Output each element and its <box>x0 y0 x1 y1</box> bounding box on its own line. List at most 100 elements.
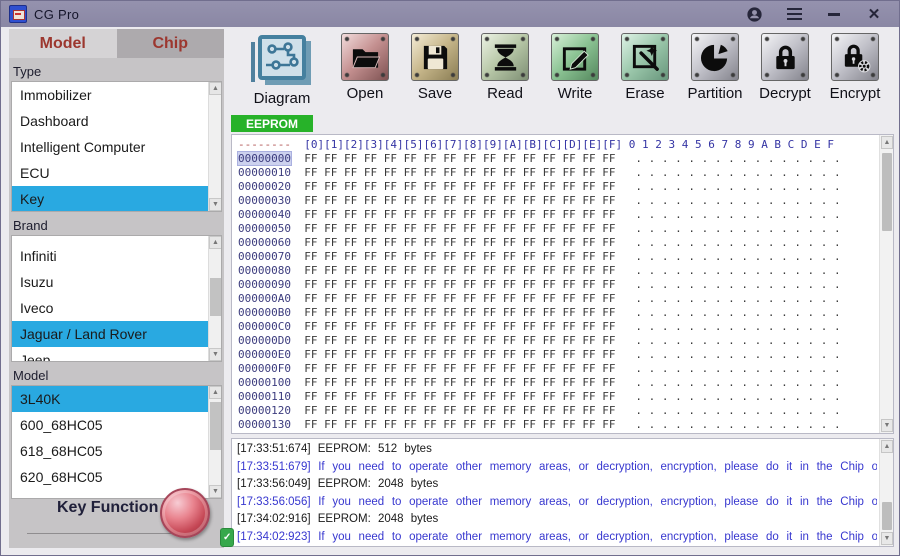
window-title: CG Pro <box>34 7 79 22</box>
type-list-scrollbar[interactable]: ▲ ▼ <box>208 82 221 211</box>
floppy-icon <box>411 33 459 81</box>
brand-item-infiniti[interactable]: Infiniti <box>12 243 208 269</box>
scroll-thumb[interactable] <box>210 402 221 450</box>
hex-row-00000060[interactable]: 00000060 FF FF FF FF FF FF FF FF FF FF F… <box>238 236 878 250</box>
key-function-label: Key Function <box>57 499 158 531</box>
hex-editor[interactable]: -------- [0][1][2][3][4][5][6][7][8][9][… <box>231 134 894 434</box>
encrypt-button[interactable]: Encrypt <box>820 33 890 113</box>
hex-row-00000000[interactable]: 00000000 FF FF FF FF FF FF FF FF FF FF F… <box>238 152 878 166</box>
brand-list[interactable]: InfinitiIsuzuIvecoJaguar / Land RoverJee… <box>11 235 222 362</box>
tab-chip[interactable]: Chip <box>117 29 225 58</box>
close-button[interactable]: ✕ <box>863 4 885 24</box>
tool-label: Save <box>418 85 452 102</box>
hex-row-000000C0[interactable]: 000000C0 FF FF FF FF FF FF FF FF FF FF F… <box>238 320 878 334</box>
titlebar[interactable]: CG Pro ✕ <box>1 1 899 27</box>
tab-model[interactable]: Model <box>9 29 117 58</box>
scroll-up-icon[interactable]: ▲ <box>209 236 222 249</box>
scroll-up-icon[interactable]: ▲ <box>209 82 222 95</box>
pie-icon <box>691 33 739 81</box>
tool-label: Encrypt <box>830 85 881 102</box>
hex-row-00000090[interactable]: 00000090 FF FF FF FF FF FF FF FF FF FF F… <box>238 278 878 292</box>
lock-gear-icon <box>831 33 879 81</box>
wand-icon <box>621 33 669 81</box>
user-icon[interactable] <box>743 4 765 24</box>
hex-row-00000100[interactable]: 00000100 FF FF FF FF FF FF FF FF FF FF F… <box>238 376 878 390</box>
scroll-thumb[interactable] <box>210 278 221 316</box>
log-line: [17:33:51:679] If you need to operate ot… <box>237 459 877 477</box>
diagram-button[interactable]: Diagram <box>234 33 330 113</box>
brand-label: Brand <box>13 218 224 233</box>
tool-label: Erase <box>625 85 664 102</box>
hex-row-000000D0[interactable]: 000000D0 FF FF FF FF FF FF FF FF FF FF F… <box>238 334 878 348</box>
hex-row-00000040[interactable]: 00000040 FF FF FF FF FF FF FF FF FF FF F… <box>238 208 878 222</box>
open-button[interactable]: Open <box>330 33 400 113</box>
hex-row-000000F0[interactable]: 000000F0 FF FF FF FF FF FF FF FF FF FF F… <box>238 362 878 376</box>
model-list[interactable]: 3L40K600_68HC05618_68HC05620_68HC0575_68… <box>11 385 222 499</box>
hex-row-000000A0[interactable]: 000000A0 FF FF FF FF FF FF FF FF FF FF F… <box>238 292 878 306</box>
menu-icon[interactable] <box>783 4 805 24</box>
scroll-thumb[interactable] <box>882 502 892 530</box>
log-scrollbar[interactable]: ▲ ▼ <box>879 439 893 546</box>
app-logo-icon <box>9 5 27 23</box>
brand-item-jeep[interactable]: Jeep <box>12 347 208 362</box>
model-label: Model <box>13 368 224 383</box>
hex-row-00000020[interactable]: 00000020 FF FF FF FF FF FF FF FF FF FF F… <box>238 180 878 194</box>
scroll-up-icon[interactable]: ▲ <box>881 136 893 149</box>
hex-row-00000120[interactable]: 00000120 FF FF FF FF FF FF FF FF FF FF F… <box>238 404 878 418</box>
scroll-up-icon[interactable]: ▲ <box>209 386 222 399</box>
type-item-immobilizer[interactable]: Immobilizer <box>12 82 208 108</box>
tool-label: Open <box>347 85 384 102</box>
hex-row-00000050[interactable]: 00000050 FF FF FF FF FF FF FF FF FF FF F… <box>238 222 878 236</box>
tool-label: Decrypt <box>759 85 811 102</box>
brand-item-jaguar-land-rover[interactable]: Jaguar / Land Rover <box>12 321 208 347</box>
hex-row-00000030[interactable]: 00000030 FF FF FF FF FF FF FF FF FF FF F… <box>238 194 878 208</box>
model-item-618-68hc05[interactable]: 618_68HC05 <box>12 438 208 464</box>
type-item-key[interactable]: Key <box>12 186 208 212</box>
type-list[interactable]: ImmobilizerDashboardIntelligent Computer… <box>11 81 222 212</box>
save-button[interactable]: Save <box>400 33 470 113</box>
partition-button[interactable]: Partition <box>680 33 750 113</box>
decrypt-button[interactable]: Decrypt <box>750 33 820 113</box>
lock-icon <box>761 33 809 81</box>
brand-item-isuzu[interactable]: Isuzu <box>12 269 208 295</box>
scroll-down-icon[interactable]: ▼ <box>881 419 893 432</box>
scroll-down-icon[interactable]: ▼ <box>209 198 222 211</box>
erase-button[interactable]: Erase <box>610 33 680 113</box>
brand-list-scrollbar[interactable]: ▲ ▼ <box>208 236 221 361</box>
model-item-600-68hc05[interactable]: 600_68HC05 <box>12 412 208 438</box>
tool-label: Diagram <box>254 90 311 107</box>
hex-row-00000070[interactable]: 00000070 FF FF FF FF FF FF FF FF FF FF F… <box>238 250 878 264</box>
read-button[interactable]: Read <box>470 33 540 113</box>
pencil-icon <box>551 33 599 81</box>
hex-row-000000E0[interactable]: 000000E0 FF FF FF FF FF FF FF FF FF FF F… <box>238 348 878 362</box>
sidebar-tabs: Model Chip <box>9 29 224 58</box>
key-function-button[interactable] <box>160 488 210 538</box>
diagram-icon <box>258 35 306 80</box>
hex-row-00000110[interactable]: 00000110 FF FF FF FF FF FF FF FF FF FF F… <box>238 390 878 404</box>
sidebar: Model Chip Type ImmobilizerDashboardInte… <box>9 29 224 548</box>
minimize-button[interactable] <box>823 4 845 24</box>
region-badge: EEPROM <box>231 115 313 132</box>
model-list-scrollbar[interactable]: ▲ ▼ <box>208 386 221 498</box>
model-item-3l40k[interactable]: 3L40K <box>12 386 208 412</box>
hex-row-00000080[interactable]: 00000080 FF FF FF FF FF FF FF FF FF FF F… <box>238 264 878 278</box>
type-item-intelligent-computer[interactable]: Intelligent Computer <box>12 134 208 160</box>
type-label: Type <box>13 64 224 79</box>
hex-scrollbar[interactable]: ▲ ▼ <box>879 135 893 433</box>
hex-row-00000010[interactable]: 00000010 FF FF FF FF FF FF FF FF FF FF F… <box>238 166 878 180</box>
brand-item-iveco[interactable]: Iveco <box>12 295 208 321</box>
hex-row-000000B0[interactable]: 000000B0 FF FF FF FF FF FF FF FF FF FF F… <box>238 306 878 320</box>
tool-label: Write <box>558 85 593 102</box>
hex-row-00000130[interactable]: 00000130 FF FF FF FF FF FF FF FF FF FF F… <box>238 418 878 432</box>
type-item-ecu[interactable]: ECU <box>12 160 208 186</box>
scroll-thumb[interactable] <box>882 153 892 231</box>
scroll-down-icon[interactable]: ▼ <box>209 348 222 361</box>
write-button[interactable]: Write <box>540 33 610 113</box>
type-item-dashboard[interactable]: Dashboard <box>12 108 208 134</box>
status-connected-icon <box>220 528 234 547</box>
hourglass-icon <box>481 33 529 81</box>
scroll-down-icon[interactable]: ▼ <box>881 532 893 545</box>
log-line: [17:33:51:674] EEPROM: 512 bytes <box>237 441 877 459</box>
scroll-up-icon[interactable]: ▲ <box>881 440 893 453</box>
hex-header-row: -------- [0][1][2][3][4][5][6][7][8][9][… <box>238 138 878 152</box>
